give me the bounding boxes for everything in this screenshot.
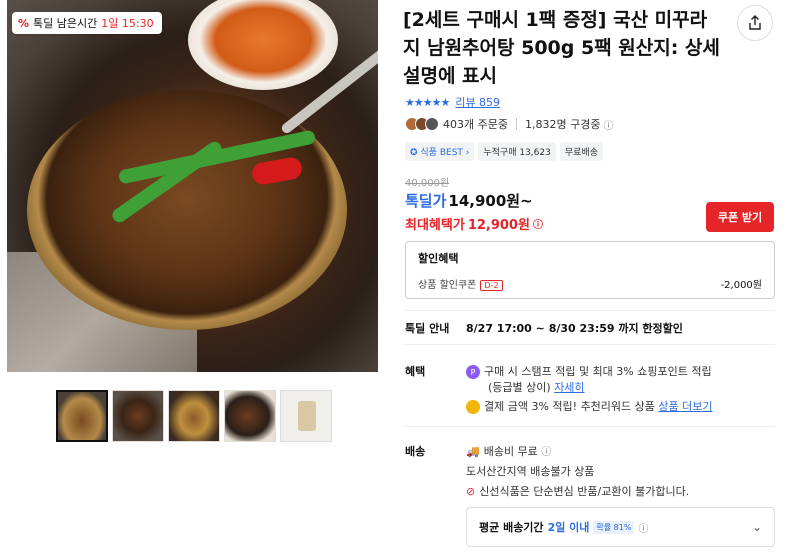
thumbnail-4[interactable]	[224, 390, 276, 442]
price-value: 14,900원~	[448, 192, 533, 210]
truck-icon: 🚚	[466, 445, 480, 458]
chevron-down-icon: ⌄	[751, 520, 762, 534]
timer-value: 1일 15:30	[101, 17, 154, 30]
share-button[interactable]	[737, 5, 773, 41]
share-icon	[749, 15, 761, 30]
details-link[interactable]: 자세히	[554, 381, 584, 394]
prohibited-icon: ⊘	[466, 485, 476, 498]
discount-amount: -2,000원	[720, 280, 762, 291]
avg-delivery-value: 2일 이내	[547, 521, 590, 534]
buyer-avatars	[405, 117, 439, 131]
divider	[515, 118, 517, 130]
thumbnail-2[interactable]	[112, 390, 164, 442]
rating-row: ★★★★★ 리뷰 859	[405, 94, 500, 110]
average-delivery-dropdown[interactable]: 평균 배송기간 2일 이내 확률 81% ⓘ ⌄	[466, 507, 775, 547]
discount-box: 할인혜택 상품 할인쿠폰 D-2 -2,000원	[405, 241, 775, 299]
timer-label: 톡딜 남은시간	[33, 17, 98, 30]
thumbnail-1[interactable]	[56, 390, 108, 442]
discount-row: 상품 할인쿠폰 D-2 -2,000원	[418, 276, 762, 291]
max-value: 12,900원	[467, 218, 530, 233]
cumulative-purchase-chip: 누적구매 13,623	[478, 142, 556, 161]
product-main-image	[7, 0, 378, 372]
shipping-restriction: 도서산간지역 배송불가 상품	[466, 465, 595, 478]
thumbnail-3[interactable]	[168, 390, 220, 442]
thumbnail-5[interactable]	[280, 390, 332, 442]
benefit-line-1: P 구매 시 스탬프 적립 및 최대 3% 쇼핑포인트 적립	[466, 363, 712, 379]
d-day-badge: D-2	[480, 280, 503, 291]
get-coupon-button[interactable]: 쿠폰 받기	[706, 202, 774, 232]
divider	[405, 426, 775, 427]
free-shipping-chip: 무료배송	[559, 142, 603, 161]
soup-bowl	[27, 90, 347, 330]
original-price: 40,000원	[405, 178, 450, 189]
probability-badge: 확률 81%	[593, 520, 635, 534]
coin-icon	[466, 400, 480, 414]
info-icon[interactable]: ⓘ	[638, 520, 648, 535]
chip-row: ✪ 식품 BEST › 누적구매 13,623 무료배송	[405, 142, 607, 161]
info-icon[interactable]: ⓘ	[541, 447, 551, 458]
chevron-right-icon: ›	[462, 148, 470, 158]
shipping-label: 배송	[405, 445, 426, 458]
percent-icon: %	[18, 16, 30, 30]
product-title: [2세트 구매시 1팩 증정] 국산 미꾸라지 남원추어탕 500g 5팩 원산…	[403, 9, 720, 87]
food-best-chip[interactable]: ✪ 식품 BEST ›	[405, 142, 475, 161]
orders-count: 403개 주문중	[443, 118, 508, 131]
max-label: 최대혜택가	[405, 218, 465, 233]
divider	[405, 310, 775, 311]
talkdeal-info-text: 8/27 17:00 ~ 8/30 23:59 까지 한정할인	[466, 322, 683, 335]
max-benefit-price: 최대혜택가 12,900원 ⓘ	[405, 214, 543, 233]
more-products-link[interactable]: 상품 더보기	[658, 400, 712, 413]
talkdeal-info-label: 톡딜 안내	[405, 322, 450, 335]
thumbnail-strip	[56, 390, 332, 442]
avatar	[425, 117, 439, 131]
benefit-line-1b: (등급별 상이) 자세히	[488, 381, 585, 394]
info-icon[interactable]: ⓘ	[603, 117, 613, 132]
badge-icon: ✪	[410, 148, 421, 158]
coupon-label: 상품 할인쿠폰	[418, 280, 477, 291]
activity-row: 403개 주문중 1,832명 구경중 ⓘ	[405, 116, 613, 132]
talkdeal-timer-badge: % 톡딜 남은시간 1일 15:30	[12, 12, 162, 34]
avg-delivery-label: 평균 배송기간	[479, 521, 544, 534]
discount-header: 할인혜택	[418, 252, 459, 265]
review-link[interactable]: 리뷰 859	[455, 94, 500, 110]
no-return-notice: ⊘ 신선식품은 단순변심 반품/교환이 불가합니다.	[466, 485, 690, 498]
benefit-label: 혜택	[405, 365, 426, 378]
talkdeal-price: 톡딜가 14,900원~	[405, 190, 533, 211]
star-rating-icon: ★★★★★	[405, 95, 450, 109]
divider	[405, 344, 775, 345]
benefit-line-2: 결제 금액 3% 적립! 추천리워드 상품 상품 더보기	[466, 398, 713, 414]
info-icon[interactable]: ⓘ	[533, 216, 543, 231]
viewers-count: 1,832명 구경중	[524, 118, 601, 131]
point-icon: P	[466, 365, 480, 379]
price-label: 톡딜가	[405, 192, 447, 210]
side-dish-kimchi	[188, 0, 338, 90]
shipping-free: 🚚 배송비 무료 ⓘ	[466, 445, 552, 458]
